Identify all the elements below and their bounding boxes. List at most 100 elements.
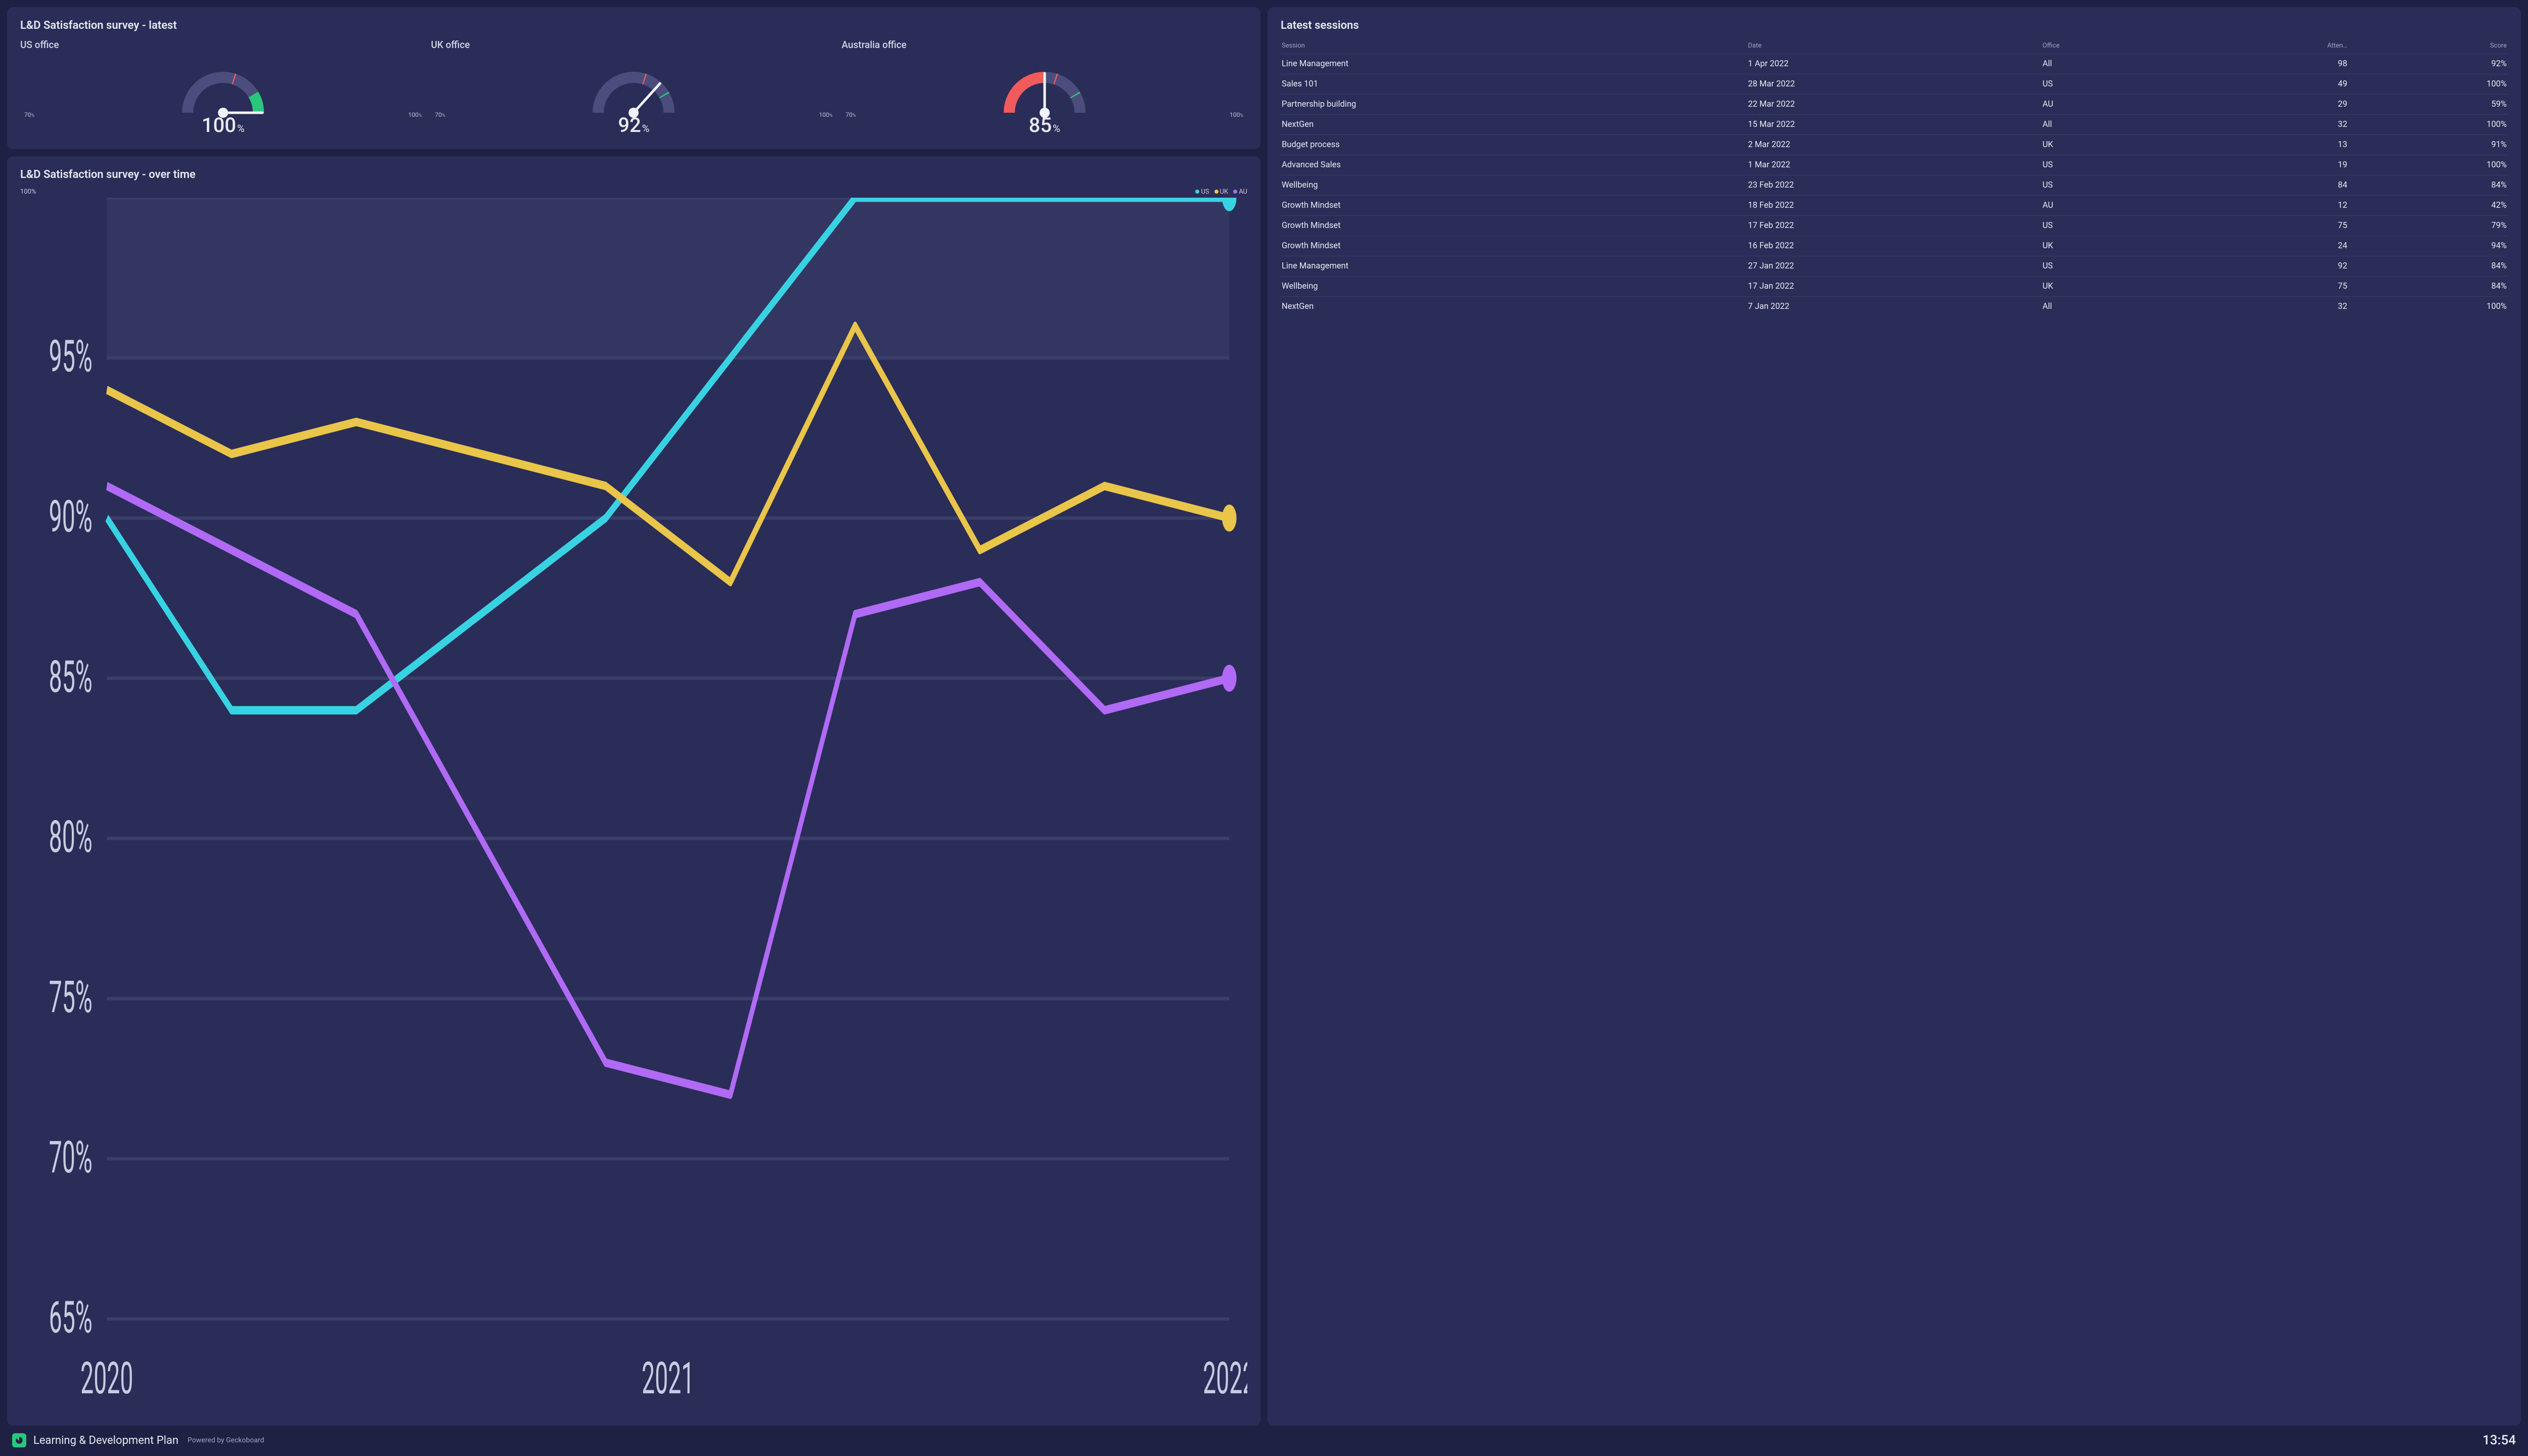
footer: Learning & Development Plan Powered by G… (0, 1426, 2528, 1456)
cell-office: US (2042, 256, 2189, 277)
cell-session: Sales 101 (1281, 74, 1747, 95)
cell-session: Line Management (1281, 256, 1747, 277)
cell-score: 92% (2348, 54, 2508, 74)
svg-text:2022: 2022 (1203, 1352, 1247, 1404)
svg-text:70%: 70% (49, 1131, 93, 1183)
cell-date: 27 Jan 2022 (1747, 256, 2041, 277)
card-latest-sessions: Latest sessions Session Date Office Atte… (1268, 7, 2521, 1426)
table-row: NextGen15 Mar 2022All32100% (1281, 115, 2508, 135)
cell-atten: 29 (2189, 95, 2349, 115)
gauges-row: US office70%100%100%UK office70%100%92%A… (20, 39, 1247, 137)
cell-atten: 13 (2189, 135, 2349, 155)
cell-office: UK (2042, 277, 2189, 297)
table-row: Budget process2 Mar 2022UK1391% (1281, 135, 2508, 155)
legend-item-uk: UK (1214, 188, 1229, 196)
gauge-uk-office: UK office70%100%92% (431, 39, 836, 137)
cell-office: UK (2042, 236, 2189, 256)
cell-atten: 98 (2189, 54, 2349, 74)
table-header-row: Session Date Office Atten… Score (1281, 39, 2508, 54)
cell-date: 18 Feb 2022 (1747, 196, 2041, 216)
svg-text:85%: 85% (49, 651, 93, 702)
cell-score: 94% (2348, 236, 2508, 256)
dashboard: L&D Satisfaction survey - latest US offi… (0, 0, 2528, 1426)
cell-atten: 32 (2189, 297, 2349, 317)
cell-score: 100% (2348, 74, 2508, 95)
cell-session: Budget process (1281, 135, 1747, 155)
cell-date: 7 Jan 2022 (1747, 297, 2041, 317)
cell-office: All (2042, 115, 2189, 135)
cell-score: 79% (2348, 216, 2508, 236)
col-atten: Atten… (2189, 39, 2349, 54)
legend-item-au: AU (1233, 188, 1247, 196)
col-session: Session (1281, 39, 1747, 54)
cell-session: Growth Mindset (1281, 196, 1747, 216)
svg-text:80%: 80% (49, 811, 93, 862)
cell-office: All (2042, 297, 2189, 317)
cell-atten: 24 (2189, 236, 2349, 256)
table-row: Growth Mindset17 Feb 2022US7579% (1281, 216, 2508, 236)
cell-office: AU (2042, 95, 2189, 115)
gauge-dial: 70%100% (20, 55, 426, 120)
table-row: Growth Mindset16 Feb 2022UK2494% (1281, 236, 2508, 256)
cell-atten: 75 (2189, 277, 2349, 297)
gauge-us-office: US office70%100%100% (20, 39, 426, 137)
table-row: Line Management1 Apr 2022All9892% (1281, 54, 2508, 74)
cell-session: NextGen (1281, 115, 1747, 135)
card-satisfaction-latest: L&D Satisfaction survey - latest US offi… (7, 7, 1260, 149)
cell-atten: 84 (2189, 175, 2349, 196)
cell-office: US (2042, 216, 2189, 236)
cell-score: 100% (2348, 115, 2508, 135)
table-row: Growth Mindset18 Feb 2022AU1242% (1281, 196, 2508, 216)
clock: 13:54 (2482, 1433, 2516, 1448)
gauge-scale: 70%100% (435, 111, 832, 118)
cell-atten: 75 (2189, 216, 2349, 236)
cell-score: 100% (2348, 155, 2508, 175)
cell-session: NextGen (1281, 297, 1747, 317)
cell-session: Line Management (1281, 54, 1747, 74)
table-row: NextGen7 Jan 2022All32100% (1281, 297, 2508, 317)
cell-date: 22 Mar 2022 (1747, 95, 2041, 115)
geckoboard-logo-icon (12, 1433, 26, 1447)
svg-text:90%: 90% (49, 490, 93, 542)
col-date: Date (1747, 39, 2041, 54)
cell-session: Wellbeing (1281, 175, 1747, 196)
table-row: Wellbeing17 Jan 2022UK7584% (1281, 277, 2508, 297)
cell-score: 100% (2348, 297, 2508, 317)
card-title: L&D Satisfaction survey - latest (20, 19, 1247, 32)
sessions-table: Session Date Office Atten… Score Line Ma… (1281, 39, 2508, 316)
cell-atten: 92 (2189, 256, 2349, 277)
cell-date: 1 Apr 2022 (1747, 54, 2041, 74)
card-satisfaction-over-time: L&D Satisfaction survey - over time 100%… (7, 156, 1260, 1426)
col-office: Office (2042, 39, 2189, 54)
cell-session: Wellbeing (1281, 277, 1747, 297)
cell-score: 84% (2348, 277, 2508, 297)
table-row: Advanced Sales1 Mar 2022US19100% (1281, 155, 2508, 175)
cell-office: UK (2042, 135, 2189, 155)
line-chart: 65%70%75%80%85%90%95%202020212022 (20, 198, 1247, 1414)
gauge-scale: 70%100% (846, 111, 1243, 118)
dashboard-title: Learning & Development Plan (33, 1434, 178, 1447)
cell-date: 2 Mar 2022 (1747, 135, 2041, 155)
cell-session: Advanced Sales (1281, 155, 1747, 175)
cell-office: AU (2042, 196, 2189, 216)
cell-date: 1 Mar 2022 (1747, 155, 2041, 175)
cell-atten: 32 (2189, 115, 2349, 135)
gauge-dial: 70%100% (842, 55, 1247, 120)
cell-office: All (2042, 54, 2189, 74)
cell-office: US (2042, 74, 2189, 95)
chart-header-row: 100% USUKAU (20, 188, 1247, 196)
chart-legend: USUKAU (1195, 188, 1247, 196)
cell-date: 17 Jan 2022 (1747, 277, 2041, 297)
cell-office: US (2042, 175, 2189, 196)
svg-text:2020: 2020 (80, 1352, 133, 1404)
cell-atten: 49 (2189, 74, 2349, 95)
cell-atten: 12 (2189, 196, 2349, 216)
svg-text:95%: 95% (49, 330, 93, 382)
card-title: Latest sessions (1281, 19, 2508, 32)
cell-date: 28 Mar 2022 (1747, 74, 2041, 95)
cell-date: 16 Feb 2022 (1747, 236, 2041, 256)
svg-text:2021: 2021 (642, 1352, 694, 1404)
cell-score: 59% (2348, 95, 2508, 115)
series-au (107, 486, 1229, 1095)
powered-by: Powered by Geckoboard (188, 1436, 264, 1444)
